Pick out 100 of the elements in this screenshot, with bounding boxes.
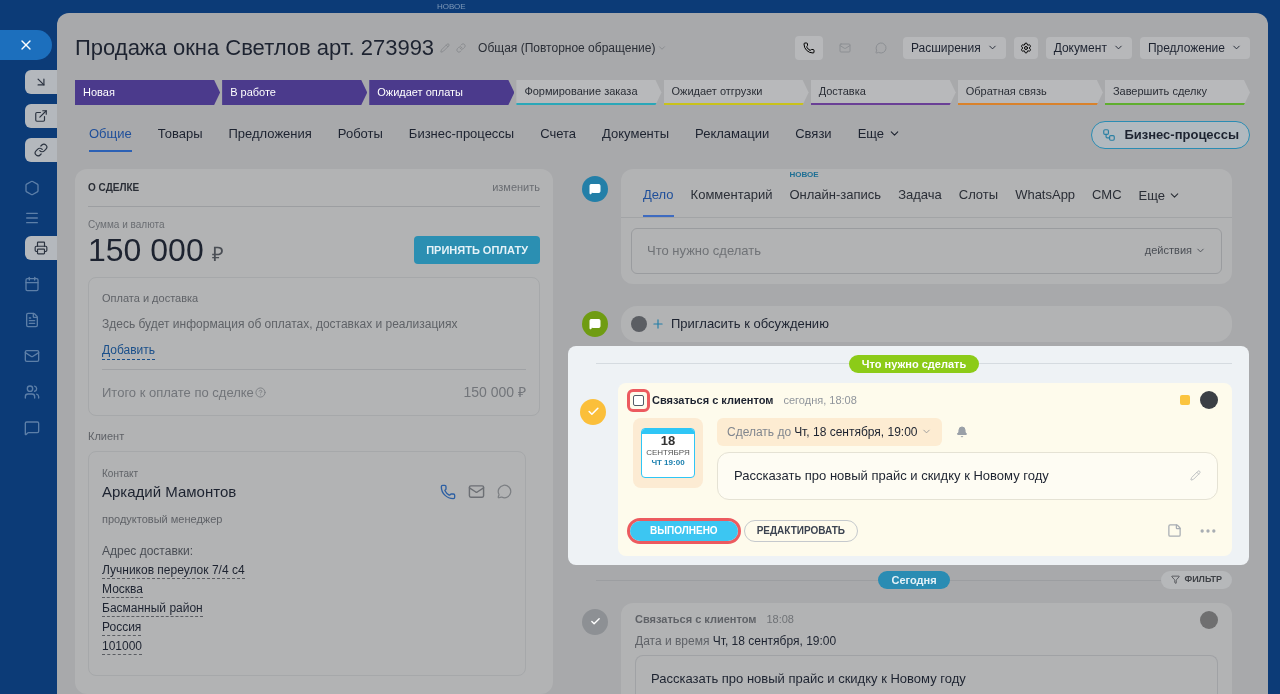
- input-placeholder: Что нужно сделать: [647, 241, 761, 260]
- stage-step[interactable]: Обратная связь: [957, 80, 1103, 105]
- hexagon-icon[interactable]: [24, 180, 40, 196]
- deadline-dropdown[interactable]: Сделать до Чт, 18 сентября, 19:00: [717, 417, 942, 446]
- dropdown-button[interactable]: Документ: [1045, 36, 1132, 59]
- plus-icon[interactable]: [651, 316, 665, 331]
- stage-step[interactable]: Завершить сделку: [1104, 80, 1250, 105]
- users-icon[interactable]: [24, 384, 40, 400]
- chat-icon: [874, 41, 887, 54]
- payment-title: Оплата и доставка: [102, 290, 200, 306]
- client-label: Клиент: [88, 429, 126, 444]
- chat-icon[interactable]: [497, 484, 512, 500]
- chat-icon[interactable]: [24, 420, 40, 436]
- task-time: сегодня, 18:08: [783, 392, 857, 408]
- address-line[interactable]: Басманный район: [102, 600, 203, 617]
- printer-icon: [34, 241, 48, 255]
- add-link[interactable]: Добавить: [102, 341, 156, 360]
- settings-button[interactable]: [1013, 36, 1038, 59]
- section-tab[interactable]: Рекламации: [695, 123, 770, 153]
- filter-icon: [1171, 575, 1181, 584]
- task-checkbox[interactable]: [633, 394, 644, 406]
- close-button[interactable]: [0, 30, 52, 60]
- address-line[interactable]: Москва: [102, 581, 143, 598]
- settings-icon: [1019, 41, 1032, 54]
- mail-icon: [838, 41, 851, 54]
- menu-icon[interactable]: [24, 210, 40, 226]
- workflow-icon: [1102, 128, 1117, 142]
- dropdown-button[interactable]: Расширения: [902, 36, 1006, 59]
- new-label: НОВОЕ: [789, 170, 819, 179]
- external-link-icon: [34, 109, 48, 123]
- calendar-icon[interactable]: [24, 276, 40, 292]
- more-tab[interactable]: Еще: [857, 123, 902, 153]
- side-button[interactable]: [25, 104, 57, 128]
- address-line[interactable]: Лучников переулок 7/4 с4: [102, 562, 245, 579]
- deal-title: Продажа окна Светлов арт. 273993: [75, 34, 435, 62]
- stage-step[interactable]: В работе: [222, 80, 368, 105]
- contact-label: Контакт: [102, 466, 139, 481]
- stage-step[interactable]: Формирование заказа: [516, 80, 662, 105]
- stage-step[interactable]: Ожидает оплаты: [369, 80, 515, 105]
- address-line[interactable]: Россия: [102, 619, 142, 636]
- composer-tab[interactable]: Слоты: [958, 185, 999, 217]
- help-icon[interactable]: [254, 387, 266, 398]
- section-tab[interactable]: Связи: [795, 123, 832, 153]
- currency-sign: ₽: [211, 241, 224, 267]
- address-line[interactable]: 101000: [102, 638, 143, 655]
- calendar-time: ЧТ 19:00: [651, 457, 685, 468]
- history-time: 18:08: [766, 612, 794, 628]
- dropdown-button[interactable]: Предложение: [1139, 36, 1250, 59]
- payment-info: Здесь будет информация об оплатах, доставках и реализациях: [102, 316, 459, 333]
- bell-icon[interactable]: [955, 425, 968, 438]
- address-label: Адрес доставки:: [102, 542, 195, 560]
- actions-dropdown[interactable]: действия: [1144, 242, 1206, 259]
- composer-tab[interactable]: Комментарий: [690, 185, 773, 217]
- stage-step[interactable]: Ожидает отгрузки: [663, 80, 809, 105]
- contact-name[interactable]: Аркадий Мамонтов: [102, 480, 237, 503]
- mail-icon[interactable]: [24, 348, 40, 364]
- section-tab[interactable]: Предложения: [228, 123, 312, 153]
- task-title: Связаться с клиентом: [652, 392, 774, 408]
- avatar-icon: [1200, 610, 1218, 629]
- task-note: Рассказать про новый прайс и скидку к Новому году: [734, 466, 1049, 485]
- avatar-icon: [1200, 391, 1218, 409]
- link-icon: [34, 143, 48, 157]
- note-icon[interactable]: [1167, 523, 1182, 538]
- color-marker[interactable]: [1180, 395, 1190, 405]
- composer-tab[interactable]: Онлайн-запись: [789, 185, 882, 217]
- field-label: Сумма и валюта: [88, 217, 166, 232]
- composer-tab[interactable]: Задача: [898, 185, 942, 217]
- side-button[interactable]: [25, 138, 57, 162]
- task-input[interactable]: Что нужно сделать действия: [631, 227, 1222, 274]
- section-tab[interactable]: Общие: [89, 123, 132, 153]
- avatar-icon: [631, 315, 647, 332]
- section-tab[interactable]: Роботы: [337, 123, 383, 153]
- category-dropdown[interactable]: Общая (Повторное обращение): [478, 38, 668, 57]
- business-process-button[interactable]: Бизнес-процессы: [1091, 121, 1250, 149]
- mail-icon[interactable]: [468, 483, 485, 501]
- composer-tab[interactable]: СМС: [1092, 185, 1122, 217]
- print-button[interactable]: [25, 236, 57, 260]
- section-tab[interactable]: Бизнес-процессы: [408, 123, 515, 153]
- composer-tab[interactable]: WhatsApp: [1015, 185, 1076, 217]
- document-icon[interactable]: [24, 312, 40, 328]
- total-value: 150 000 ₽: [463, 383, 526, 402]
- section-tab[interactable]: Товары: [157, 123, 203, 153]
- composer-tab[interactable]: Дело: [643, 185, 674, 217]
- invite-button[interactable]: Пригласить к обсуждению: [671, 313, 829, 334]
- stage-step[interactable]: Новая: [75, 80, 221, 105]
- call-button[interactable]: [794, 35, 823, 60]
- side-button[interactable]: [25, 70, 57, 94]
- amount-value: 150 000: [88, 231, 204, 268]
- stage-step[interactable]: Доставка: [810, 80, 956, 105]
- section-tab[interactable]: Счета: [540, 123, 577, 153]
- more-tab[interactable]: Еще: [1138, 186, 1182, 217]
- total-label: Итого к оплате по сделке: [102, 383, 254, 402]
- phone-icon[interactable]: [440, 483, 456, 500]
- date-label: Сегодня: [878, 570, 950, 589]
- filter-button[interactable]: ФИЛЬТР: [1161, 570, 1232, 589]
- section-tab[interactable]: Документы: [602, 123, 670, 153]
- pencil-icon[interactable]: [1190, 470, 1201, 481]
- section-label: Что нужно сделать: [848, 354, 980, 373]
- history-note: Рассказать про новый прайс и скидку к Новому году: [651, 670, 966, 686]
- new-label: НОВОЕ: [437, 2, 466, 11]
